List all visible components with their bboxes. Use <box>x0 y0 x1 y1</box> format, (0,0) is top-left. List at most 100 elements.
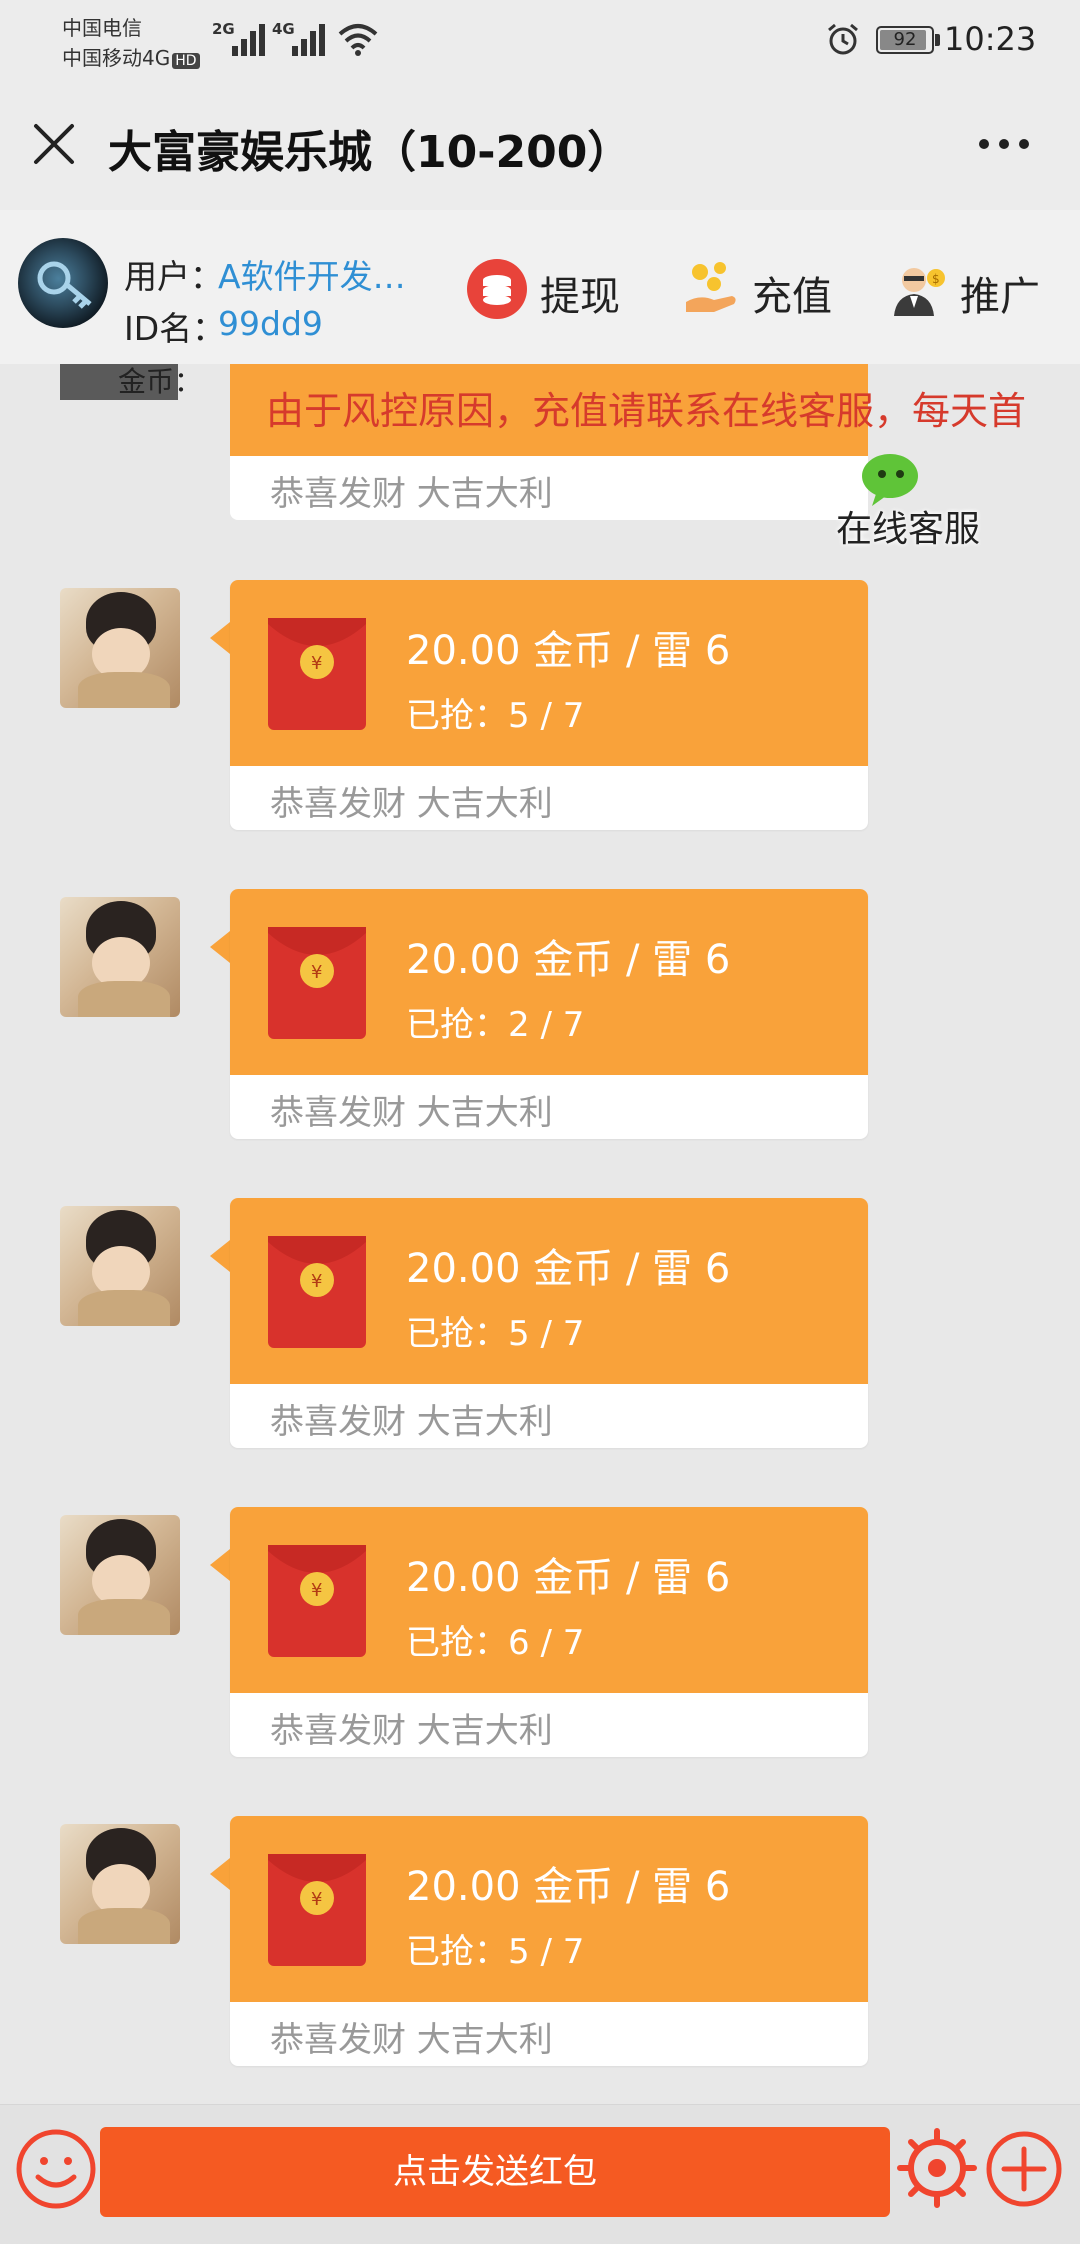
packet-amount: 20.00 金币 / 雷 6 <box>406 1555 731 1601</box>
list-item: ¥ 20.00 金币 / 雷 6 已抢：6 / 7 恭喜发财 大吉大利 <box>0 1507 1080 1763</box>
signal-icon <box>292 22 328 56</box>
gear-icon[interactable] <box>894 2125 980 2211</box>
key-icon <box>37 261 92 309</box>
recharge-label: 充值 <box>752 274 832 320</box>
red-packet-card[interactable]: ¥ 20.00 金币 / 雷 6 已抢：2 / 7 恭喜发财 大吉大利 <box>230 889 868 1139</box>
packet-amount: 20.00 金币 / 雷 6 <box>406 937 731 983</box>
bubble-arrow <box>210 622 230 654</box>
svg-text:¥: ¥ <box>311 1889 322 1910</box>
user-label: 用户： <box>124 257 223 296</box>
online-support-button[interactable]: 在线客服 <box>836 500 980 552</box>
packet-caption: 恭喜发财 大吉大利 <box>270 1093 553 1133</box>
grabbed-label: 已抢： <box>406 1314 508 1354</box>
list-item: ¥ 20.00 金币 / 雷 6 已抢：5 / 7 恭喜发财 大吉大利 <box>0 580 1080 836</box>
packet-progress: 已抢：5 / 7 <box>406 1924 584 1973</box>
notice-marquee: 由于风控原因，充值请联系在线客服，每天首 <box>266 389 1027 433</box>
battery-tip <box>935 34 940 46</box>
alarm-icon <box>828 23 858 55</box>
list-item: ¥ 20.00 金币 / 雷 6 已抢：2 / 7 恭喜发财 大吉大利 <box>0 889 1080 1145</box>
svg-text:¥: ¥ <box>311 962 322 983</box>
red-packet-icon: ¥ <box>268 1545 366 1657</box>
emoji-icon[interactable] <box>14 2127 98 2211</box>
grabbed-count: 5 / 7 <box>508 1314 585 1354</box>
withdraw-button[interactable]: 提现 <box>466 258 636 320</box>
recharge-button[interactable]: 充值 <box>680 258 840 320</box>
send-red-packet-button[interactable]: 点击发送红包 <box>100 2127 890 2217</box>
packet-caption: 恭喜发财 大吉大利 <box>270 1711 553 1751</box>
id-label: ID名： <box>124 309 226 348</box>
grabbed-label: 已抢： <box>406 696 508 736</box>
avatar[interactable] <box>60 1824 180 1944</box>
list-item: ¥ 20.00 金币 / 雷 6 已抢：5 / 7 恭喜发财 大吉大利 <box>0 1816 1080 2072</box>
bottom-bar: 点击发送红包 <box>0 2104 1080 2244</box>
hd-badge: HD <box>172 53 200 69</box>
more-icon[interactable] <box>976 134 1032 154</box>
packet-caption: 恭喜发财 大吉大利 <box>270 1402 553 1442</box>
packet-caption: 恭喜发财 大吉大利 <box>270 784 553 824</box>
packet-progress: 已抢：2 / 7 <box>406 997 584 1046</box>
recharge-icon <box>686 262 736 312</box>
red-packet-icon: ¥ <box>268 618 366 730</box>
packet-caption: 恭喜发财 大吉大利 <box>270 2020 553 2060</box>
id-value: 99dd9 <box>218 304 323 343</box>
account-avatar[interactable] <box>18 238 108 328</box>
list-item: ¥ 20.00 金币 / 雷 6 已抢：5 / 7 恭喜发财 大吉大利 <box>0 1198 1080 1454</box>
svg-text:$: $ <box>932 272 940 286</box>
red-packet-header: ¥ 20.00 金币 / 雷 6 已抢：5 / 7 <box>230 1198 868 1384</box>
grabbed-count: 5 / 7 <box>508 1932 585 1972</box>
notice-caption: 恭喜发财 大吉大利 <box>270 474 553 514</box>
red-packet-icon: ¥ <box>268 1854 366 1966</box>
notice-partial-label: 金币： <box>118 365 203 398</box>
promote-label: 推广 <box>960 274 1040 320</box>
red-packet-header: ¥ 20.00 金币 / 雷 6 已抢：5 / 7 <box>230 1816 868 2002</box>
coins-icon <box>467 259 527 319</box>
red-packet-card[interactable]: ¥ 20.00 金币 / 雷 6 已抢：5 / 7 恭喜发财 大吉大利 <box>230 1198 868 1448</box>
close-icon[interactable] <box>30 120 78 168</box>
avatar[interactable] <box>60 1515 180 1635</box>
red-packet-card[interactable]: ¥ 20.00 金币 / 雷 6 已抢：5 / 7 恭喜发财 大吉大利 <box>230 1816 868 2066</box>
battery-icon: 92 <box>876 26 934 54</box>
red-packet-icon: ¥ <box>268 1236 366 1348</box>
red-packet-header: ¥ 20.00 金币 / 雷 6 已抢：6 / 7 <box>230 1507 868 1693</box>
red-packet-card[interactable]: ¥ 20.00 金币 / 雷 6 已抢：6 / 7 恭喜发财 大吉大利 <box>230 1507 868 1757</box>
red-packet-card[interactable]: ¥ 20.00 金币 / 雷 6 已抢：5 / 7 恭喜发财 大吉大利 <box>230 580 868 830</box>
status-bar: 中国电信 中国移动4G HD 2G 4G 92 10:23 <box>0 0 1080 80</box>
bubble-arrow <box>210 1549 230 1581</box>
red-packet-header: ¥ 20.00 金币 / 雷 6 已抢：5 / 7 <box>230 580 868 766</box>
title-bar: 大富豪娱乐城（10-200） <box>0 80 1080 210</box>
svg-text:¥: ¥ <box>311 1271 322 1292</box>
withdraw-label: 提现 <box>540 274 620 320</box>
packet-progress: 已抢：5 / 7 <box>406 688 584 737</box>
grabbed-count: 2 / 7 <box>508 1005 585 1045</box>
battery-percent: 92 <box>893 29 917 50</box>
grabbed-label: 已抢： <box>406 1005 508 1045</box>
packet-progress: 已抢：6 / 7 <box>406 1615 584 1664</box>
carrier-2: 中国移动4G HD <box>62 42 200 71</box>
red-packet-icon: ¥ <box>268 927 366 1039</box>
avatar[interactable] <box>60 1206 180 1326</box>
red-packet-header: ¥ 20.00 金币 / 雷 6 已抢：2 / 7 <box>230 889 868 1075</box>
avatar[interactable] <box>60 588 180 708</box>
packet-progress: 已抢：5 / 7 <box>406 1306 584 1355</box>
packet-amount: 20.00 金币 / 雷 6 <box>406 1864 731 1910</box>
status-time: 10:23 <box>944 20 1037 58</box>
notice-card-footer[interactable]: 恭喜发财 大吉大利 <box>230 456 868 520</box>
carrier-2-label: 中国移动4G <box>62 46 171 70</box>
user-value: A软件开发… <box>218 257 406 296</box>
bubble-arrow <box>210 931 230 963</box>
grabbed-count: 5 / 7 <box>508 696 585 736</box>
svg-text:¥: ¥ <box>311 1580 322 1601</box>
page-title: 大富豪娱乐城（10-200） <box>108 127 632 178</box>
avatar[interactable] <box>60 897 180 1017</box>
promote-button[interactable]: $ 推广 <box>888 258 1048 320</box>
plus-icon[interactable] <box>984 2129 1064 2209</box>
grabbed-label: 已抢： <box>406 1623 508 1663</box>
wifi-icon <box>338 24 378 56</box>
packet-amount: 20.00 金币 / 雷 6 <box>406 1246 731 1292</box>
account-bar: 用户： A软件开发… ID名： 99dd9 提现 充值 $ 推广 <box>0 210 1080 364</box>
svg-text:¥: ¥ <box>311 653 322 674</box>
signal-icon <box>232 22 268 56</box>
packet-amount: 20.00 金币 / 雷 6 <box>406 628 731 674</box>
promote-icon: $ <box>894 268 945 316</box>
carrier-1: 中国电信 <box>62 16 142 40</box>
